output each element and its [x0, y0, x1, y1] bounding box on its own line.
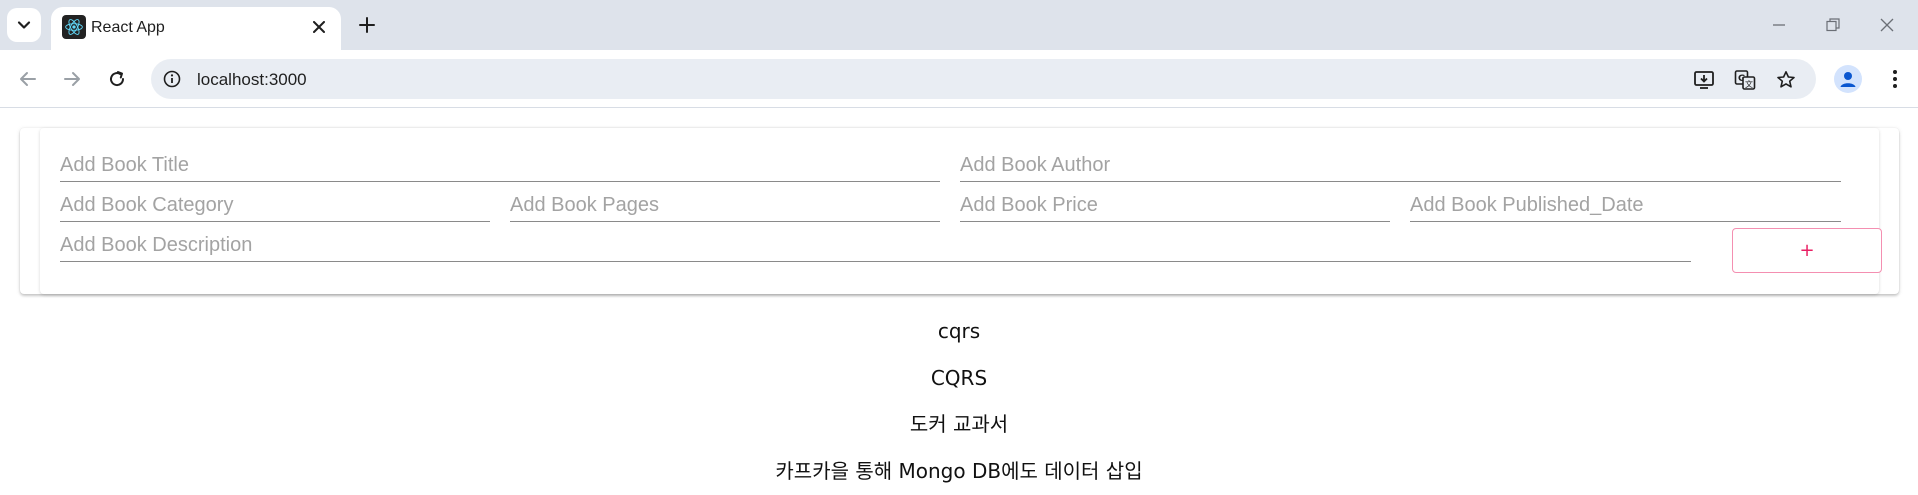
- tab-search-button[interactable]: [7, 8, 41, 42]
- browser-toolbar: localhost:3000 G文: [0, 50, 1918, 108]
- reload-button[interactable]: [102, 64, 132, 94]
- browser-menu-button[interactable]: [1880, 64, 1910, 94]
- book-description-input[interactable]: [60, 224, 1691, 261]
- minimize-icon: [1773, 24, 1785, 26]
- pages-field[interactable]: [510, 184, 940, 222]
- book-list: cqrs CQRS 도커 교과서 카프카을 통해 Mongo DB에도 데이터 …: [0, 308, 1918, 494]
- book-list-item: CQRS: [930, 365, 988, 390]
- book-pages-input[interactable]: [510, 184, 940, 221]
- close-icon: [313, 21, 325, 33]
- book-author-input[interactable]: [960, 144, 1841, 181]
- forward-button[interactable]: [57, 64, 87, 94]
- active-tab[interactable]: React App: [51, 7, 341, 50]
- add-book-card: +: [20, 128, 1899, 294]
- url-text: localhost:3000: [197, 70, 307, 89]
- book-list-item: cqrs: [937, 319, 981, 343]
- svg-text:文: 文: [1745, 79, 1753, 89]
- book-price-input[interactable]: [960, 184, 1390, 221]
- window-close-button[interactable]: [1872, 10, 1902, 40]
- author-field[interactable]: [960, 144, 1841, 182]
- book-title-input[interactable]: [60, 144, 940, 181]
- description-field[interactable]: [60, 224, 1691, 262]
- profile-button[interactable]: [1834, 65, 1862, 93]
- translate-icon: G文: [1734, 70, 1756, 90]
- add-book-button[interactable]: +: [1732, 228, 1882, 273]
- new-tab-button[interactable]: [352, 10, 382, 40]
- minimize-button[interactable]: [1764, 10, 1794, 40]
- person-icon: [1840, 72, 1856, 87]
- tab-title: React App: [91, 19, 165, 36]
- arrow-right-icon: [64, 72, 80, 86]
- bookmark-button[interactable]: [1773, 67, 1799, 93]
- published-date-field[interactable]: [1410, 184, 1841, 222]
- info-icon: [163, 70, 181, 88]
- window-close-icon: [1880, 18, 1894, 32]
- back-button[interactable]: [13, 64, 43, 94]
- restore-icon: [1826, 18, 1840, 32]
- category-field[interactable]: [60, 184, 490, 222]
- arrow-left-icon: [20, 72, 36, 86]
- install-app-icon: [1694, 71, 1714, 89]
- chevron-down-icon: [17, 21, 31, 29]
- close-tab-button[interactable]: [307, 15, 331, 39]
- add-book-form: +: [40, 128, 1882, 294]
- book-list-item: 카프카을 통해 Mongo DB에도 데이터 삽입: [775, 458, 1143, 483]
- book-category-input[interactable]: [60, 184, 490, 221]
- install-app-button[interactable]: [1691, 67, 1717, 93]
- kebab-menu-icon: [1893, 70, 1897, 88]
- price-field[interactable]: [960, 184, 1390, 222]
- address-bar[interactable]: localhost:3000 G文: [151, 59, 1816, 99]
- plus-icon: [359, 17, 375, 33]
- restore-button[interactable]: [1818, 10, 1848, 40]
- book-published-date-input[interactable]: [1410, 184, 1841, 221]
- react-logo-icon: [62, 15, 86, 39]
- site-info-button[interactable]: [161, 68, 183, 90]
- book-list-item: 도커 교과서: [909, 412, 1009, 436]
- reload-icon: [110, 71, 125, 87]
- translate-button[interactable]: G文: [1732, 67, 1758, 93]
- title-field[interactable]: [60, 144, 940, 182]
- star-icon: [1777, 71, 1795, 88]
- tab-strip: React App: [0, 0, 1918, 50]
